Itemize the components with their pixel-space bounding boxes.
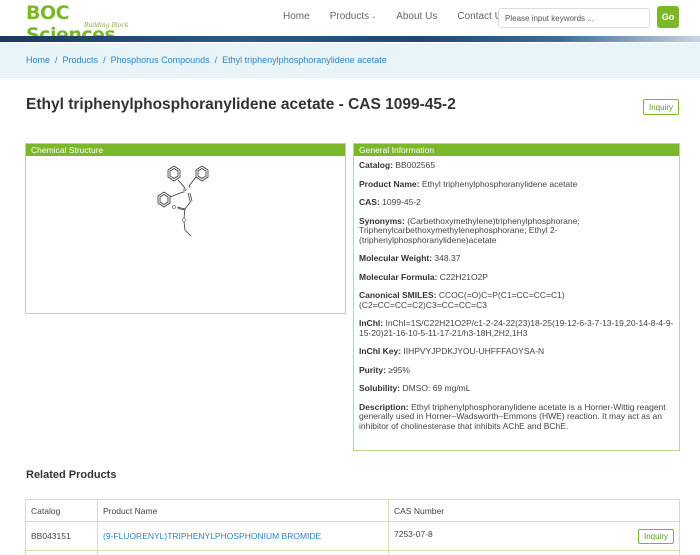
info-inchi-key: InChI Key: IIHPVYJPDKJYOU-UHFFFAOYSA-N xyxy=(359,346,545,356)
info-synonyms: Synonyms: (Carbethoxymethylene)triphenyl… xyxy=(359,215,580,245)
search-go-button[interactable]: Go xyxy=(657,6,679,28)
cas-value: 7253-07-8 xyxy=(394,528,433,539)
breadcrumb-separator: / xyxy=(55,55,58,65)
panel-title: Chemical Structure xyxy=(26,144,345,156)
header-banner xyxy=(0,36,700,42)
breadcrumb-category[interactable]: Phosphorus Compounds xyxy=(111,55,210,65)
info-description: Description: Ethyl triphenylphosphoranyl… xyxy=(359,401,666,431)
nav-products[interactable]: Products ⌄ xyxy=(330,11,377,22)
logo-tagline: Building Block xyxy=(84,22,129,29)
nav-about-us[interactable]: About Us xyxy=(396,11,437,22)
general-information-panel: General Information Catalog: BB002565 Pr… xyxy=(353,143,680,451)
info-smiles: Canonical SMILES: CCOC(=O)C=P(C1=CC=CC=C… xyxy=(359,290,565,310)
page-title: Ethyl triphenylphosphoranylidene acetate… xyxy=(26,96,456,113)
info-inchi: InChI: InChI=1S/C22H21O2P/c1-2-24-22(23)… xyxy=(359,318,674,338)
column-header-cas-number: CAS Number xyxy=(388,499,680,522)
breadcrumb-separator: / xyxy=(103,55,106,65)
chemical-structure-image: P + O O xyxy=(157,165,209,237)
info-molecular-weight: Molecular Weight: 348.37 xyxy=(359,253,461,263)
panel-title: General Information xyxy=(354,144,679,156)
cell-empty xyxy=(25,550,98,555)
column-header-product-name: Product Name xyxy=(97,499,389,522)
info-product-name: Product Name: Ethyl triphenylphosphorany… xyxy=(359,178,578,189)
chevron-down-icon: ⌄ xyxy=(371,13,377,20)
column-header-catalog: Catalog xyxy=(25,499,98,522)
table-row xyxy=(25,550,680,555)
info-solubility: Solubility: DMSO: 69 mg/mL xyxy=(359,383,471,393)
svg-text:O: O xyxy=(182,218,186,224)
breadcrumb-separator: / xyxy=(214,55,218,65)
table-header-row: Catalog Product Name CAS Number xyxy=(25,499,680,522)
product-link[interactable]: (9-FLUORENYL)TRIPHENYLPHOSPHONIUM BROMID… xyxy=(103,531,321,541)
cell-cas: 7253-07-8 Inquiry xyxy=(388,521,680,551)
related-products-table: Catalog Product Name CAS Number BB043151… xyxy=(25,499,680,555)
table-row: BB043151 (9-FLUORENYL)TRIPHENYLPHOSPHONI… xyxy=(25,521,680,551)
breadcrumb-home[interactable]: Home xyxy=(26,55,50,65)
info-list: Catalog: BB002565 Product Name: Ethyl tr… xyxy=(354,156,679,431)
svg-text:O: O xyxy=(172,205,176,211)
info-molecular-formula: Molecular Formula: C22H21O2P xyxy=(359,271,488,282)
row-inquiry-button[interactable]: Inquiry xyxy=(638,528,674,544)
inquiry-button[interactable]: Inquiry xyxy=(643,99,679,115)
cell-catalog: BB043151 xyxy=(25,521,98,551)
nav-home[interactable]: Home xyxy=(283,11,310,22)
cell-empty xyxy=(388,550,680,555)
site-logo[interactable]: BOC Sciences Building Block xyxy=(26,2,146,46)
main-nav: Home Products ⌄ About Us Contact Us xyxy=(283,11,527,22)
related-products-title: Related Products xyxy=(26,469,117,481)
svg-text:P: P xyxy=(183,188,187,195)
breadcrumb-products[interactable]: Products xyxy=(63,55,99,65)
svg-text:+: + xyxy=(188,184,191,189)
chemical-structure-panel: Chemical Structure P + O O xyxy=(25,143,346,314)
search-input[interactable] xyxy=(498,8,650,28)
cell-product-name: (9-FLUORENYL)TRIPHENYLPHOSPHONIUM BROMID… xyxy=(97,521,389,551)
breadcrumb: Home / Products / Phosphorus Compounds / Ethyl… xyxy=(0,43,700,78)
cell-empty xyxy=(97,550,389,555)
site-header: BOC Sciences Building Block Home Product… xyxy=(0,0,700,46)
breadcrumb-current[interactable]: Ethyl triphenylphosphoranylidene acetate xyxy=(222,55,387,65)
info-catalog: Catalog: BB002565 xyxy=(359,160,436,170)
info-cas: CAS: 1099-45-2 xyxy=(359,197,421,207)
info-purity: Purity: ≥95% xyxy=(359,364,410,375)
